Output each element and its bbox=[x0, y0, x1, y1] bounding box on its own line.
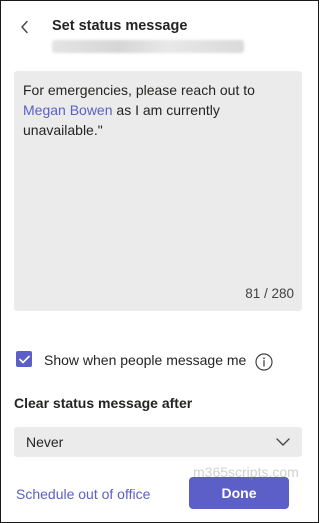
back-button[interactable] bbox=[15, 16, 35, 38]
show-when-messaged-label[interactable]: Show when people message me bbox=[44, 352, 246, 368]
clear-after-dropdown[interactable]: Never bbox=[14, 427, 302, 457]
status-message-panel: Set status message For emergencies, plea… bbox=[0, 0, 319, 523]
done-button[interactable]: Done bbox=[189, 477, 289, 509]
info-button[interactable] bbox=[254, 352, 273, 371]
clear-after-selected: Never bbox=[26, 434, 64, 450]
clear-after-heading: Clear status message after bbox=[14, 395, 193, 411]
message-text-before: For emergencies, please reach out to bbox=[23, 82, 255, 98]
info-icon bbox=[254, 352, 273, 371]
show-when-messaged-checkbox[interactable] bbox=[16, 351, 32, 367]
status-message-text: For emergencies, please reach out to Meg… bbox=[23, 80, 290, 140]
checkmark-icon bbox=[18, 355, 30, 363]
chevron-down-icon bbox=[276, 438, 290, 446]
schedule-out-of-office-link[interactable]: Schedule out of office bbox=[16, 486, 150, 502]
chevron-left-icon bbox=[21, 20, 28, 34]
status-message-input[interactable]: For emergencies, please reach out to Meg… bbox=[14, 71, 302, 311]
blurred-account-line bbox=[52, 40, 244, 53]
mention-megan-bowen[interactable]: Megan Bowen bbox=[23, 102, 113, 118]
page-title: Set status message bbox=[52, 18, 188, 34]
character-counter: 81 / 280 bbox=[245, 286, 294, 301]
